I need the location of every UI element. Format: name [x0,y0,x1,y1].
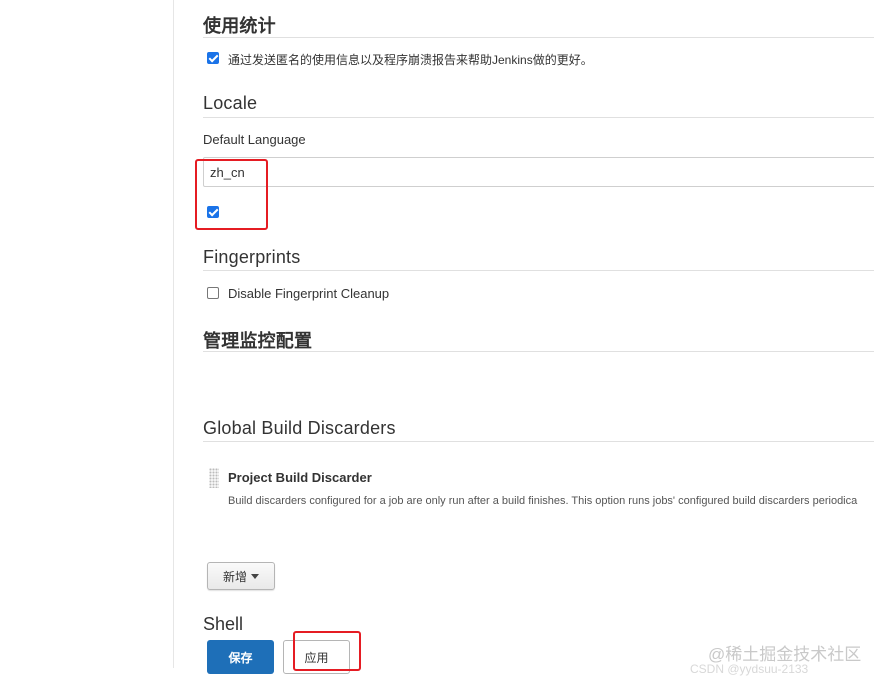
divider [203,37,874,38]
watermark-subtext: CSDN @yydsuu-2133 [690,662,809,676]
save-button[interactable]: 保存 [207,640,274,674]
project-build-discarder-title: Project Build Discarder [228,470,372,485]
caret-down-icon [251,573,259,579]
section-title-fingerprints: Fingerprints [203,247,301,267]
left-gutter [0,0,174,668]
divider [203,270,874,271]
drag-handle-icon[interactable] [209,468,219,488]
project-build-discarder-description: Build discarders configured for a job ar… [228,495,858,507]
usage-statistics-label: 通过发送匿名的使用信息以及程序崩溃报告来帮助Jenkins做的更好。 [228,53,593,67]
usage-statistics-checkbox[interactable] [207,52,219,64]
section-title-monitor-configuration: 管理监控配置 [203,331,313,351]
section-title-usage-statistics: 使用统计 [203,16,276,36]
default-language-input[interactable] [203,157,874,187]
add-discarder-button[interactable]: 新增 [207,562,275,590]
disable-fingerprint-cleanup-label: Disable Fingerprint Cleanup [228,286,390,301]
highlight-box-locale [195,159,268,230]
divider [203,351,874,352]
divider [203,117,874,118]
section-title-shell: Shell [203,614,244,634]
section-title-locale: Locale [203,93,258,113]
disable-fingerprint-cleanup-checkbox[interactable] [207,287,219,299]
section-title-global-build-discarders: Global Build Discarders [203,418,396,438]
highlight-box-apply [293,631,361,671]
default-language-label: Default Language [203,132,306,147]
add-button-label: 新增 [222,569,247,584]
divider [203,441,874,442]
